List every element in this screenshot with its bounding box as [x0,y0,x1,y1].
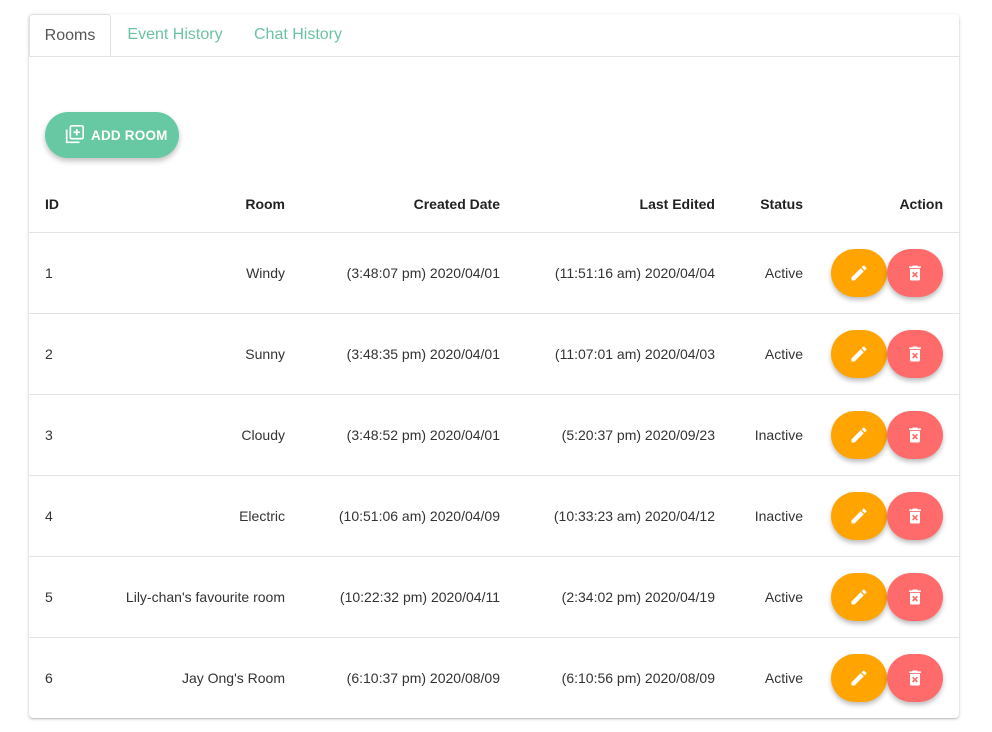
edit-room-button[interactable] [831,249,887,297]
add-room-button[interactable]: ADD ROOM [45,112,179,158]
cell-last-edited: (11:51:16 am) 2020/04/04 [500,232,715,314]
header-status: Status [715,176,803,233]
delete-room-button[interactable] [887,249,943,297]
header-action: Action [803,176,959,233]
cell-status: Active [715,556,803,638]
trash-x-icon [909,427,921,443]
cell-action [803,556,959,638]
cell-last-edited: (10:33:23 am) 2020/04/12 [500,475,715,557]
trash-x-icon [909,508,921,524]
cell-room: Jay Ong's Room [181,670,285,686]
cell-last-edited: (5:20:37 pm) 2020/09/23 [500,394,715,476]
delete-room-button[interactable] [887,573,943,621]
cell-room: Electric [105,475,285,557]
row-actions [831,654,943,702]
table-row: 1 Windy (3:48:07 pm) 2020/04/01 (11:51:1… [29,232,959,314]
cell-action [803,232,959,314]
add-room-label: ADD ROOM [91,127,168,143]
cell-room: Windy [105,232,285,314]
tab-chat-history[interactable]: Chat History [251,14,345,56]
delete-room-button[interactable] [887,411,943,459]
cell-id: 1 [29,232,105,314]
table-row: 6 Jay Ong's Room (6:10:37 pm) 2020/08/09… [29,638,959,719]
table-row: 4 Electric (10:51:06 am) 2020/04/09 (10:… [29,475,959,557]
cell-created-date: (3:48:07 pm) 2020/04/01 [285,232,500,314]
cell-id: 6 [45,670,53,686]
cell-status: Inactive [715,394,803,476]
delete-room-button[interactable] [887,330,943,378]
rooms-card: Rooms Event History Chat History ADD ROO… [29,14,959,718]
row-actions [831,411,943,459]
trash-x-icon [909,265,921,281]
delete-room-button[interactable] [887,492,943,540]
header-last-edited: Last Edited [500,176,715,233]
cell-room: Lily-chan's favourite room [105,556,285,638]
cell-status: Active [715,313,803,395]
pencil-icon [851,346,867,362]
cell-created-date: (6:10:37 pm) 2020/08/09 [346,670,500,686]
table-header-row: ID Room Created Date Last Edited Status … [29,176,959,233]
row-actions [831,330,943,378]
trash-x-icon [909,346,921,362]
cell-id: 5 [29,556,105,638]
cell-status: Active [764,670,803,686]
table-row: 5 Lily-chan's favourite room (10:22:32 p… [29,556,959,638]
cell-created-date: (10:51:06 am) 2020/04/09 [285,475,500,557]
tab-event-history[interactable]: Event History [125,14,225,56]
pencil-icon [851,427,867,443]
cell-created-date: (10:22:32 pm) 2020/04/11 [285,556,500,638]
table-row: 2 Sunny (3:48:35 pm) 2020/04/01 (11:07:0… [29,313,959,395]
cell-action [803,475,959,557]
header-room: Room [105,176,285,233]
add-library-icon [65,125,84,144]
cell-action [803,638,959,719]
cell-last-edited: (11:07:01 am) 2020/04/03 [500,313,715,395]
cell-id: 3 [29,394,105,476]
cell-action [803,313,959,395]
trash-x-icon [909,589,921,605]
header-id: ID [29,176,105,233]
cell-status: Inactive [715,475,803,557]
table-row: 3 Cloudy (3:48:52 pm) 2020/04/01 (5:20:3… [29,394,959,476]
pencil-icon [851,508,867,524]
cell-status: Active [715,232,803,314]
cell-created-date: (3:48:52 pm) 2020/04/01 [285,394,500,476]
pencil-icon [851,589,867,605]
cell-last-edited: (2:34:02 pm) 2020/04/19 [500,556,715,638]
pencil-icon [851,670,867,686]
header-created-date: Created Date [285,176,500,233]
cell-room: Cloudy [105,394,285,476]
row-actions [831,573,943,621]
tab-rooms[interactable]: Rooms [29,14,111,56]
cell-last-edited: (6:10:56 pm) 2020/08/09 [561,670,715,686]
cell-id: 2 [29,313,105,395]
delete-room-button[interactable] [887,654,943,702]
row-actions [831,492,943,540]
edit-room-button[interactable] [831,573,887,621]
trash-x-icon [909,670,921,686]
edit-room-button[interactable] [831,492,887,540]
edit-room-button[interactable] [831,654,887,702]
edit-room-button[interactable] [831,411,887,459]
cell-created-date: (3:48:35 pm) 2020/04/01 [285,313,500,395]
cell-room: Sunny [105,313,285,395]
edit-room-button[interactable] [831,330,887,378]
rooms-table: ID Room Created Date Last Edited Status … [29,176,959,718]
cell-action [803,394,959,476]
tab-bar: Rooms Event History Chat History [29,14,959,57]
cell-id: 4 [29,475,105,557]
pencil-icon [851,265,867,281]
row-actions [831,249,943,297]
